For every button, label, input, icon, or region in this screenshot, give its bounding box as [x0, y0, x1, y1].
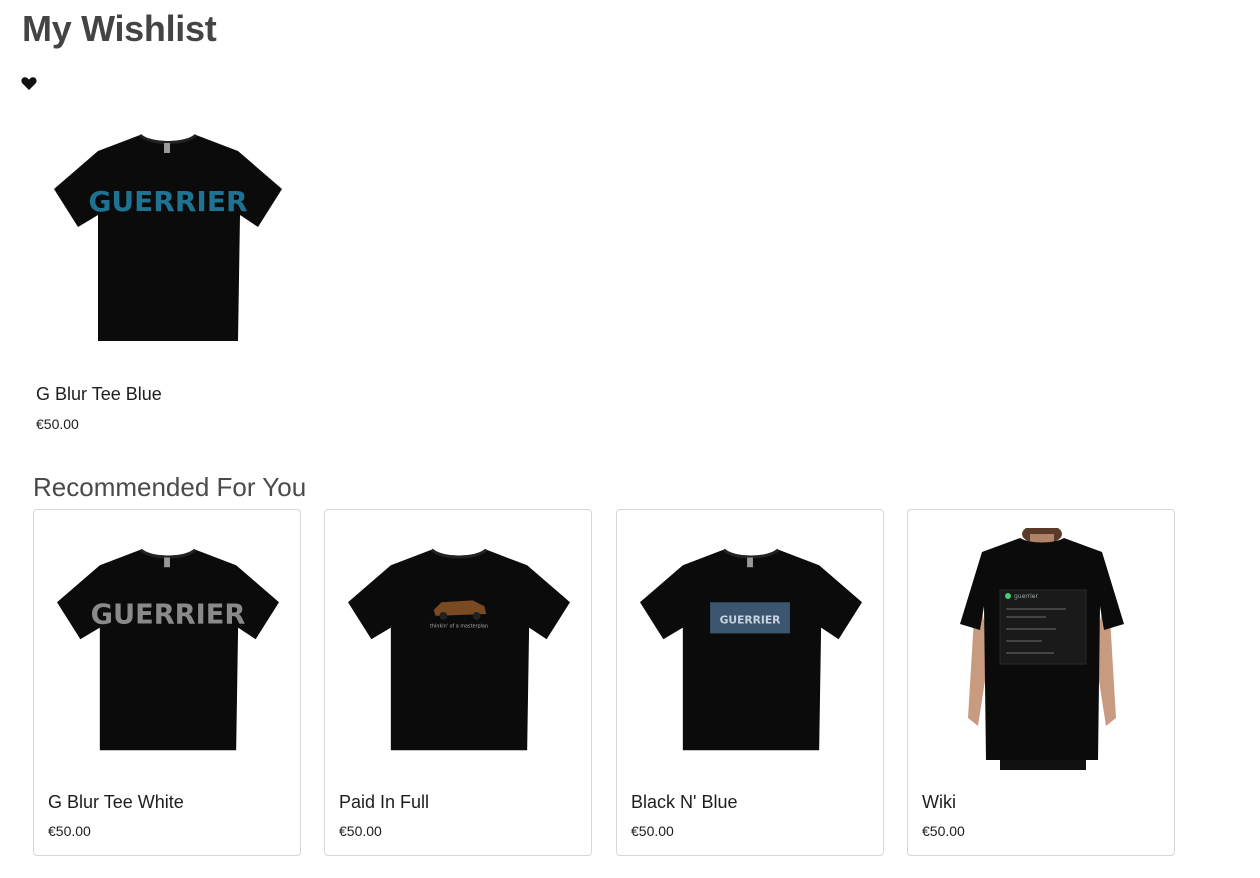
product-image[interactable]: GUERRIER: [34, 112, 302, 362]
print-text: thinkin' of a masterplan: [430, 624, 488, 630]
print-text: GUERRIER: [720, 614, 782, 627]
product-image[interactable]: GUERRIER: [44, 534, 292, 764]
product-image[interactable]: guerrier: [918, 528, 1166, 770]
product-name[interactable]: G Blur Tee Blue: [36, 384, 162, 405]
recommended-card[interactable]: thinkin' of a masterplan Paid In Full €5…: [324, 509, 592, 856]
print-text: GUERRIER: [91, 600, 246, 631]
wishlist-item[interactable]: GUERRIER G Blur Tee Blue €50.00: [34, 112, 302, 442]
product-price: €50.00: [631, 823, 674, 839]
product-price: €50.00: [922, 823, 965, 839]
product-price: €50.00: [339, 823, 382, 839]
heart-icon[interactable]: [21, 76, 37, 91]
product-name[interactable]: Paid In Full: [339, 792, 429, 813]
product-image[interactable]: GUERRIER: [627, 534, 875, 764]
product-price: €50.00: [48, 823, 91, 839]
recommended-card[interactable]: guerrier Wiki €50.00: [907, 509, 1175, 856]
product-name[interactable]: Black N' Blue: [631, 792, 737, 813]
product-name[interactable]: G Blur Tee White: [48, 792, 184, 813]
product-image[interactable]: thinkin' of a masterplan: [335, 534, 583, 764]
print-text: GUERRIER: [88, 185, 247, 218]
recommended-title: Recommended For You: [33, 472, 307, 502]
product-price: €50.00: [36, 416, 79, 432]
page-title: My Wishlist: [22, 8, 217, 49]
recommended-card[interactable]: GUERRIER G Blur Tee White €50.00: [33, 509, 301, 856]
print-text: guerrier: [1014, 593, 1038, 600]
recommended-card[interactable]: GUERRIER Black N' Blue €50.00: [616, 509, 884, 856]
product-name[interactable]: Wiki: [922, 792, 956, 813]
